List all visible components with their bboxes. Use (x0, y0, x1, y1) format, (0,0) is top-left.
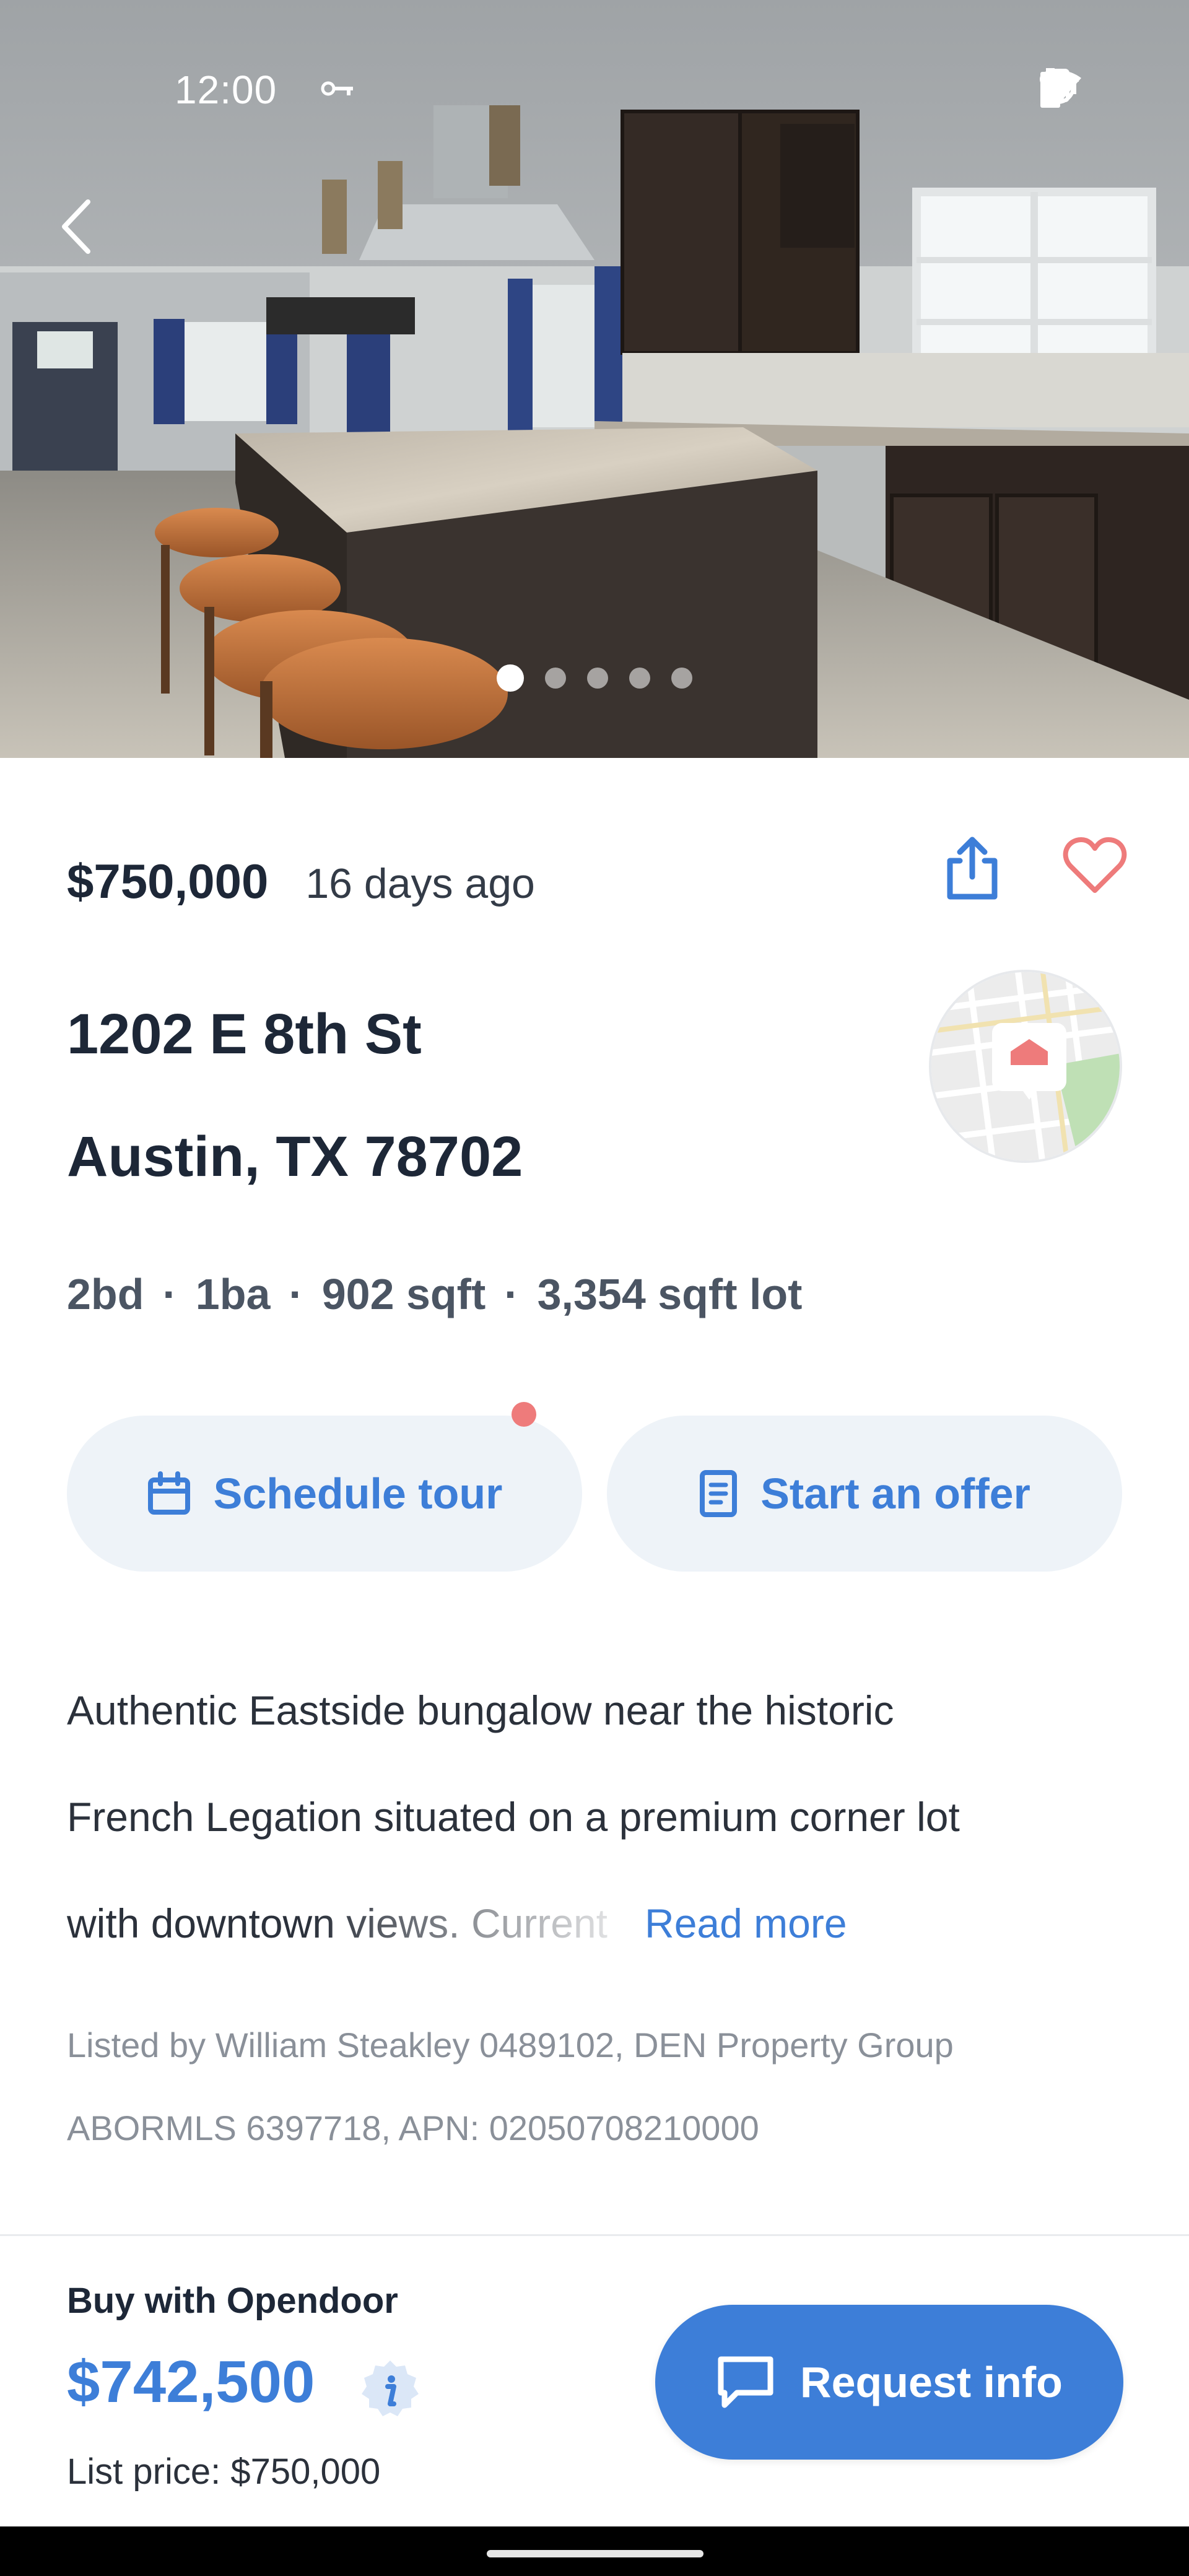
address-line-2: Austin, TX 78702 (67, 1125, 523, 1188)
schedule-tour-button[interactable]: Schedule tour (67, 1416, 582, 1572)
separator: · (162, 1270, 177, 1318)
price-row: $750,000 16 days ago (67, 853, 535, 910)
pagination-dot[interactable] (497, 664, 524, 692)
share-button[interactable] (943, 833, 1002, 902)
back-button[interactable] (57, 197, 113, 271)
separator: · (289, 1270, 303, 1318)
opendoor-price: $742,500 (67, 2349, 315, 2415)
list-price: List price: $750,000 (67, 2452, 381, 2492)
kitchen-photo (0, 0, 1189, 758)
description-line: Authentic Eastside bungalow near the his… (67, 1687, 894, 1733)
description-line-truncated: with downtown views. Current Read more (67, 1870, 1132, 1977)
status-time: 12:00 (175, 67, 277, 112)
lot-size: 3,354 sqft lot (537, 1270, 803, 1318)
divider (0, 2234, 1189, 2236)
share-icon (947, 837, 998, 900)
request-info-label: Request info (800, 2358, 1063, 2406)
document-icon (700, 1470, 738, 1517)
address-line-1: 1202 E 8th St (67, 1003, 422, 1066)
listing-price: $750,000 (67, 854, 269, 908)
chevron-left-icon (62, 199, 90, 254)
property-facts: 2bd · 1ba · 902 sqft · 3,354 sqft lot (67, 1269, 802, 1319)
request-info-button[interactable]: Request info (655, 2305, 1123, 2460)
buy-with-opendoor-label: Buy with Opendoor (67, 2281, 398, 2321)
baths: 1ba (195, 1270, 271, 1318)
calendar-icon (147, 1471, 190, 1515)
schedule-tour-label: Schedule tour (213, 1469, 503, 1518)
home-gesture-handle[interactable] (487, 2550, 703, 2557)
read-more-link[interactable]: Read more (645, 1900, 847, 1946)
listing-age: 16 days ago (305, 860, 535, 907)
start-offer-label: Start an offer (760, 1469, 1030, 1518)
status-bar: 12:00 (0, 0, 1189, 112)
mls-apn: ABORMLS 6397718, APN: 02050708210000 (67, 2108, 759, 2147)
separator: · (504, 1270, 519, 1318)
pagination-dot[interactable] (587, 668, 608, 689)
gallery-pagination (0, 664, 1189, 692)
map-icon (931, 972, 1120, 1160)
start-offer-button[interactable]: Start an offer (607, 1416, 1122, 1572)
listed-by: Listed by William Steakley 0489102, DEN … (67, 2026, 954, 2065)
chat-icon (718, 2356, 773, 2408)
notification-dot (512, 1402, 536, 1427)
info-icon[interactable] (359, 2358, 421, 2420)
property-description: Authentic Eastside bungalow near the his… (67, 1657, 1132, 1977)
heart-icon (1063, 837, 1127, 893)
description-text: with downtown views. Current (67, 1900, 608, 1946)
favorite-button[interactable] (1063, 836, 1127, 895)
description-line: French Legation situated on a premium co… (67, 1794, 960, 1840)
pagination-dot[interactable] (545, 668, 566, 689)
sqft: 902 sqft (321, 1270, 486, 1318)
pagination-dot[interactable] (629, 668, 650, 689)
listing-screen: 12:00 $750,000 16 days ago 1202 E 8th St… (0, 0, 1189, 2576)
pagination-dot[interactable] (671, 668, 692, 689)
beds: 2bd (67, 1270, 144, 1318)
map-thumbnail[interactable] (929, 970, 1122, 1163)
photo-gallery[interactable]: 12:00 (0, 0, 1189, 758)
